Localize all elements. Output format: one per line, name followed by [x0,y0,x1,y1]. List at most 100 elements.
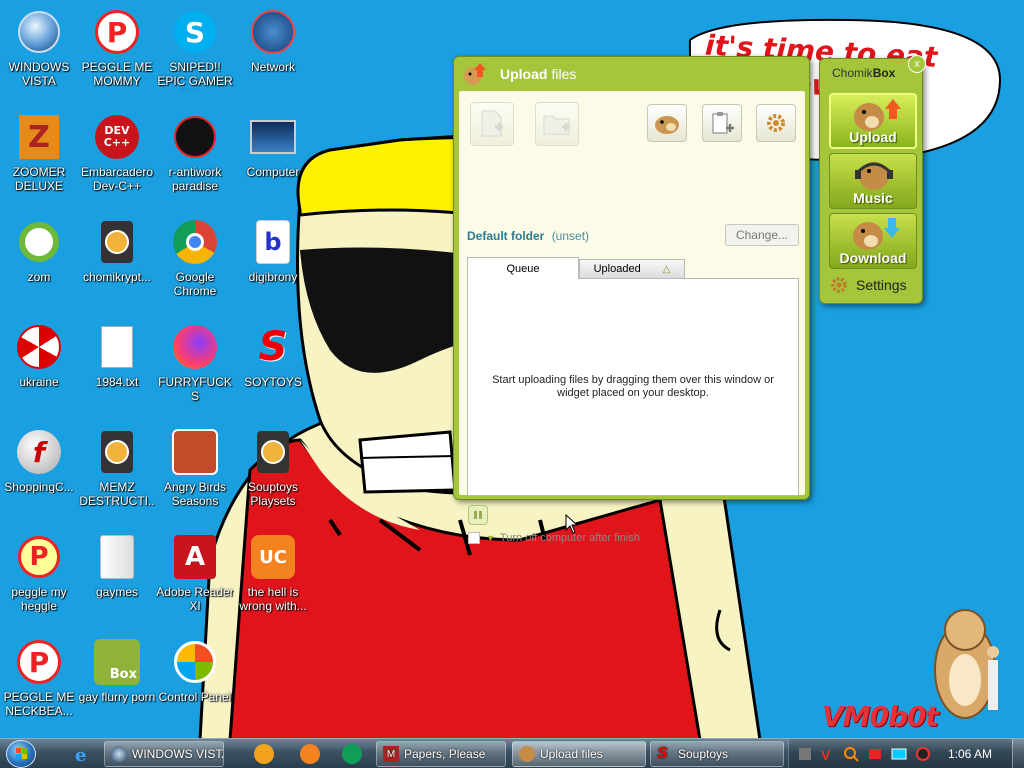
hamster-download-icon [853,218,900,250]
change-folder-button[interactable]: Change... [725,224,799,246]
desktop-icon[interactable]: UC the hell is wrong with... [234,533,312,633]
chomik-account-button[interactable] [647,104,687,142]
desktop-icon[interactable]: DEV C++ Embarcadero Dev-C++ [78,113,156,213]
add-clipboard-button[interactable] [702,104,742,142]
vista-orb-icon [15,8,63,56]
taskbar: e WINDOWS VISTA M Papers, Please Upload fil… [0,738,1024,768]
chrome-icon [171,218,219,266]
desktop-icon[interactable]: Google Chrome [156,218,234,318]
hamster-icon [655,116,679,134]
desktop-icon[interactable]: Network [234,8,312,108]
add-files-button[interactable] [470,102,514,146]
uc-browser-icon: UC [249,533,297,581]
angry-birds-icon [171,428,219,476]
skype-icon: S [171,8,219,56]
show-desktop-button[interactable] [1012,739,1024,768]
chomikbox-icon: Box [93,638,141,686]
chrome-icon[interactable] [342,744,362,764]
desktop-icon[interactable]: b digibrony [234,218,312,318]
zuma-icon: Z [15,113,63,161]
taskbar-item-label: Souptoys [678,747,729,761]
settings-button[interactable] [756,104,796,142]
tab-queue[interactable]: Queue [467,257,579,279]
start-button[interactable] [6,740,36,768]
desktop-icon-label: PEGGLE ME NECKBEA... [3,690,75,718]
desktop-icon-label: ZOOMER DELUXE [12,165,66,193]
desktop-icon[interactable]: S SNIPED!! EPIC GAMER 360... [156,8,234,108]
tray-search-icon[interactable] [843,746,859,762]
desktop-icon[interactable]: chomikrypt... [78,218,156,318]
desktop-icon[interactable]: 1984.txt [78,323,156,423]
pause-button[interactable] [468,505,488,525]
widget-title: ChomikBox [832,66,895,80]
tab-uploaded[interactable]: Uploaded △ [579,259,685,278]
tray-volume-icon[interactable] [915,746,931,762]
peggle-icon: P [93,8,141,56]
desktop-icon[interactable]: ukraine [0,323,78,423]
desktop-icon[interactable]: gaymes [78,533,156,633]
taskbar-item[interactable]: WINDOWS VISTA [104,741,224,767]
add-folder-icon [543,115,570,135]
desktop-icon[interactable]: S SOYTOYS [234,323,312,423]
shutdown-checkbox[interactable] [468,532,480,544]
triangle-down-icon: ▼ [486,533,495,543]
desktop-icon[interactable]: Angry Birds Seasons [156,428,234,528]
tab-uploaded-label: Uploaded [593,263,641,275]
window-title-rest: files [551,66,577,82]
desktop-icon[interactable]: FURRYFUCKS [156,323,234,423]
desktop-icon-label: ShoppingC... [4,480,74,494]
tray-flag-icon[interactable] [867,746,883,762]
desktop-icon[interactable]: MEMZ DESTRUCTI... [78,428,156,528]
desktop-icon[interactable]: Z ZOOMER DELUXE [0,113,78,213]
soytoys-icon: S [657,745,668,762]
clipboard-add-icon [712,112,734,134]
chomikbox-widget[interactable]: ChomikBox x Upload Music Download Settin [819,55,926,304]
desktop-icon[interactable]: WINDOWS VISTA [0,8,78,108]
widget-upload-button[interactable]: Upload [829,93,917,149]
network-icon [249,8,297,56]
desktop-icon[interactable]: Box gay flurry porn [78,638,156,738]
window-titlebar[interactable]: Upload files [454,57,809,91]
desktop-icon[interactable]: A Adobe Reader XI [156,533,234,633]
taskbar-clock[interactable]: 1:06 AM [948,747,992,761]
desktop-icon-label: Network [250,60,295,74]
desktop-icon[interactable]: Control Panel [156,638,234,738]
chomikbox-icon [519,746,535,762]
desktop-icon-label: Adobe Reader XI [156,585,234,613]
taskbar-item[interactable]: Upload files [512,741,646,767]
widget-music-button[interactable]: Music [829,153,917,209]
media-player-icon[interactable] [254,744,274,764]
computer-icon [249,113,297,161]
desktop-icon[interactable]: Ppeggle my heggle [0,533,78,633]
taskbar-item-label: Papers, Please [404,747,486,761]
desktop-icon[interactable]: P PEGGLE ME NECKBEA... [0,638,78,738]
desktop-icon[interactable]: f ShoppingC... [0,428,78,528]
taskbar-item[interactable]: S Souptoys [650,741,784,767]
tray-display-icon[interactable] [891,746,907,762]
desktop-icon[interactable]: Computer [234,113,312,213]
desktop-icon[interactable]: P PEGGLE ME MOMMY [78,8,156,108]
widget-settings-button[interactable]: Settings [830,276,907,294]
desktop-icon[interactable]: Souptoys Playsets [234,428,312,528]
tray-app-icon[interactable] [797,746,813,762]
widget-title-light: Chomik [832,66,873,80]
desktop-icon-label: Computer [246,165,300,179]
hamster-headphones-icon [855,162,893,190]
desktop-icon[interactable]: zom [0,218,78,318]
queue-list[interactable]: Start uploading files by dragging them o… [467,278,799,496]
taskbar-item[interactable]: M Papers, Please [376,741,506,767]
default-folder-label: Default folder [467,229,545,243]
tray-v-icon[interactable]: V [819,746,835,762]
widget-close-button[interactable]: x [908,55,926,73]
upload-files-window[interactable]: Upload files Default folder (unset) Chan… [453,56,810,544]
internet-explorer-icon[interactable]: e [72,744,92,764]
desktop-icon[interactable]: r-antiwork paradise [156,113,234,213]
desktop-icon-label: PEGGLE ME MOMMY [81,60,153,88]
widget-download-button[interactable]: Download [829,213,917,269]
add-folder-button[interactable] [535,102,579,146]
uc-browser-icon[interactable] [300,744,320,764]
control-panel-icon [171,638,219,686]
desktop-icon-label: the hell is wrong with... [239,585,307,613]
taskbar-item-label: WINDOWS VISTA [132,747,224,761]
desktop-icon-label: gaymes [95,585,139,599]
